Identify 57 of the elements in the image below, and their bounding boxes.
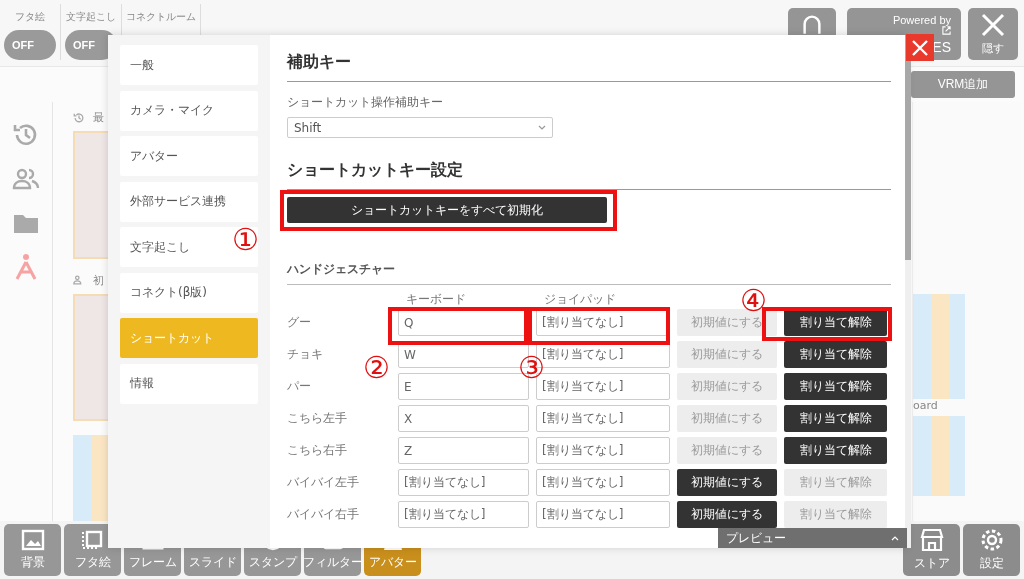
column-header: ジョイパッド (543, 291, 617, 308)
modifier-key-dropdown[interactable]: Shift (287, 117, 553, 138)
toggle-label: コネクトルーム (126, 10, 196, 24)
settings-nav-item[interactable]: 一般 (120, 45, 258, 85)
settings-nav-item[interactable]: コネクト(β版) (120, 272, 258, 313)
close-icon (911, 38, 929, 57)
storefront-icon (918, 528, 945, 552)
close-icon (981, 12, 1005, 37)
reset-default-button[interactable]: 初期値にする (677, 469, 777, 496)
sticker-thumbnail[interactable] (913, 294, 965, 399)
settings-nav-item[interactable]: アバター (120, 136, 258, 176)
gesture-label: バイバイ左手 (287, 474, 360, 491)
column-header: キーボード (405, 291, 467, 308)
external-link-icon (942, 25, 951, 35)
step-number: ② (363, 351, 390, 385)
joypad-button-field[interactable]: [割り当てなし] (536, 405, 670, 432)
reset-all-shortcuts-button[interactable]: ショートカットキーをすべて初期化 (287, 197, 607, 223)
unassign-button[interactable]: 割り当て解除 (784, 405, 887, 432)
sticker-thumbnail[interactable] (913, 416, 965, 496)
keyboard-key-field[interactable]: Z (398, 437, 529, 464)
unassign-button[interactable]: 割り当て解除 (784, 341, 887, 368)
section-heading: ショートカットキー設定 (287, 160, 464, 181)
gesture-label: チョキ (287, 346, 324, 363)
gesture-label: パー (287, 378, 312, 395)
toggle-label: フタ絵 (15, 10, 45, 24)
gesture-label: グー (287, 314, 312, 331)
chevron-down-icon (538, 124, 546, 131)
background-icon (20, 529, 45, 551)
section-label: 初 (93, 272, 104, 288)
section-label: 最 (93, 110, 104, 126)
joypad-button-field[interactable]: [割り当てなし] (536, 437, 670, 464)
joypad-button-field[interactable]: [割り当てなし] (536, 469, 670, 496)
history-icon (73, 111, 85, 124)
gesture-label: こちら左手 (287, 410, 348, 427)
keyboard-key-field[interactable]: X (398, 405, 529, 432)
settings-nav-item[interactable]: 外部サービス連携 (120, 181, 258, 222)
keyboard-key-field[interactable]: [割り当てなし] (398, 501, 529, 528)
section-heading: 補助キー (287, 52, 352, 73)
unassign-button[interactable]: 割り当て解除 (784, 373, 887, 400)
unassign-button[interactable]: 割り当て解除 (784, 309, 887, 336)
store-button[interactable]: ストア (903, 524, 960, 576)
reset-default-button[interactable]: 初期値にする (677, 501, 777, 528)
joypad-button-field[interactable]: [割り当てなし] (536, 501, 670, 528)
close-button[interactable] (906, 34, 934, 61)
preview-bar[interactable]: プレビュー (718, 528, 907, 548)
gesture-label: バイバイ右手 (287, 506, 360, 523)
settings-nav-item[interactable]: 情報 (120, 363, 258, 404)
toggle-label: 文字起こし (66, 10, 116, 24)
field-label: ショートカット操作補助キー (287, 94, 444, 111)
subsection-heading: ハンドジェスチャー (287, 261, 396, 278)
gesture-label: こちら右手 (287, 442, 348, 459)
keyboard-key-field[interactable]: [割り当てなし] (398, 469, 529, 496)
sticker-caption: oard (913, 399, 939, 412)
settings-nav-item[interactable]: カメラ・マイク (120, 90, 258, 131)
unassign-button[interactable]: 割り当て解除 (784, 437, 887, 464)
settings-button[interactable]: 設定 (963, 524, 1020, 576)
scrollbar[interactable] (905, 35, 911, 548)
